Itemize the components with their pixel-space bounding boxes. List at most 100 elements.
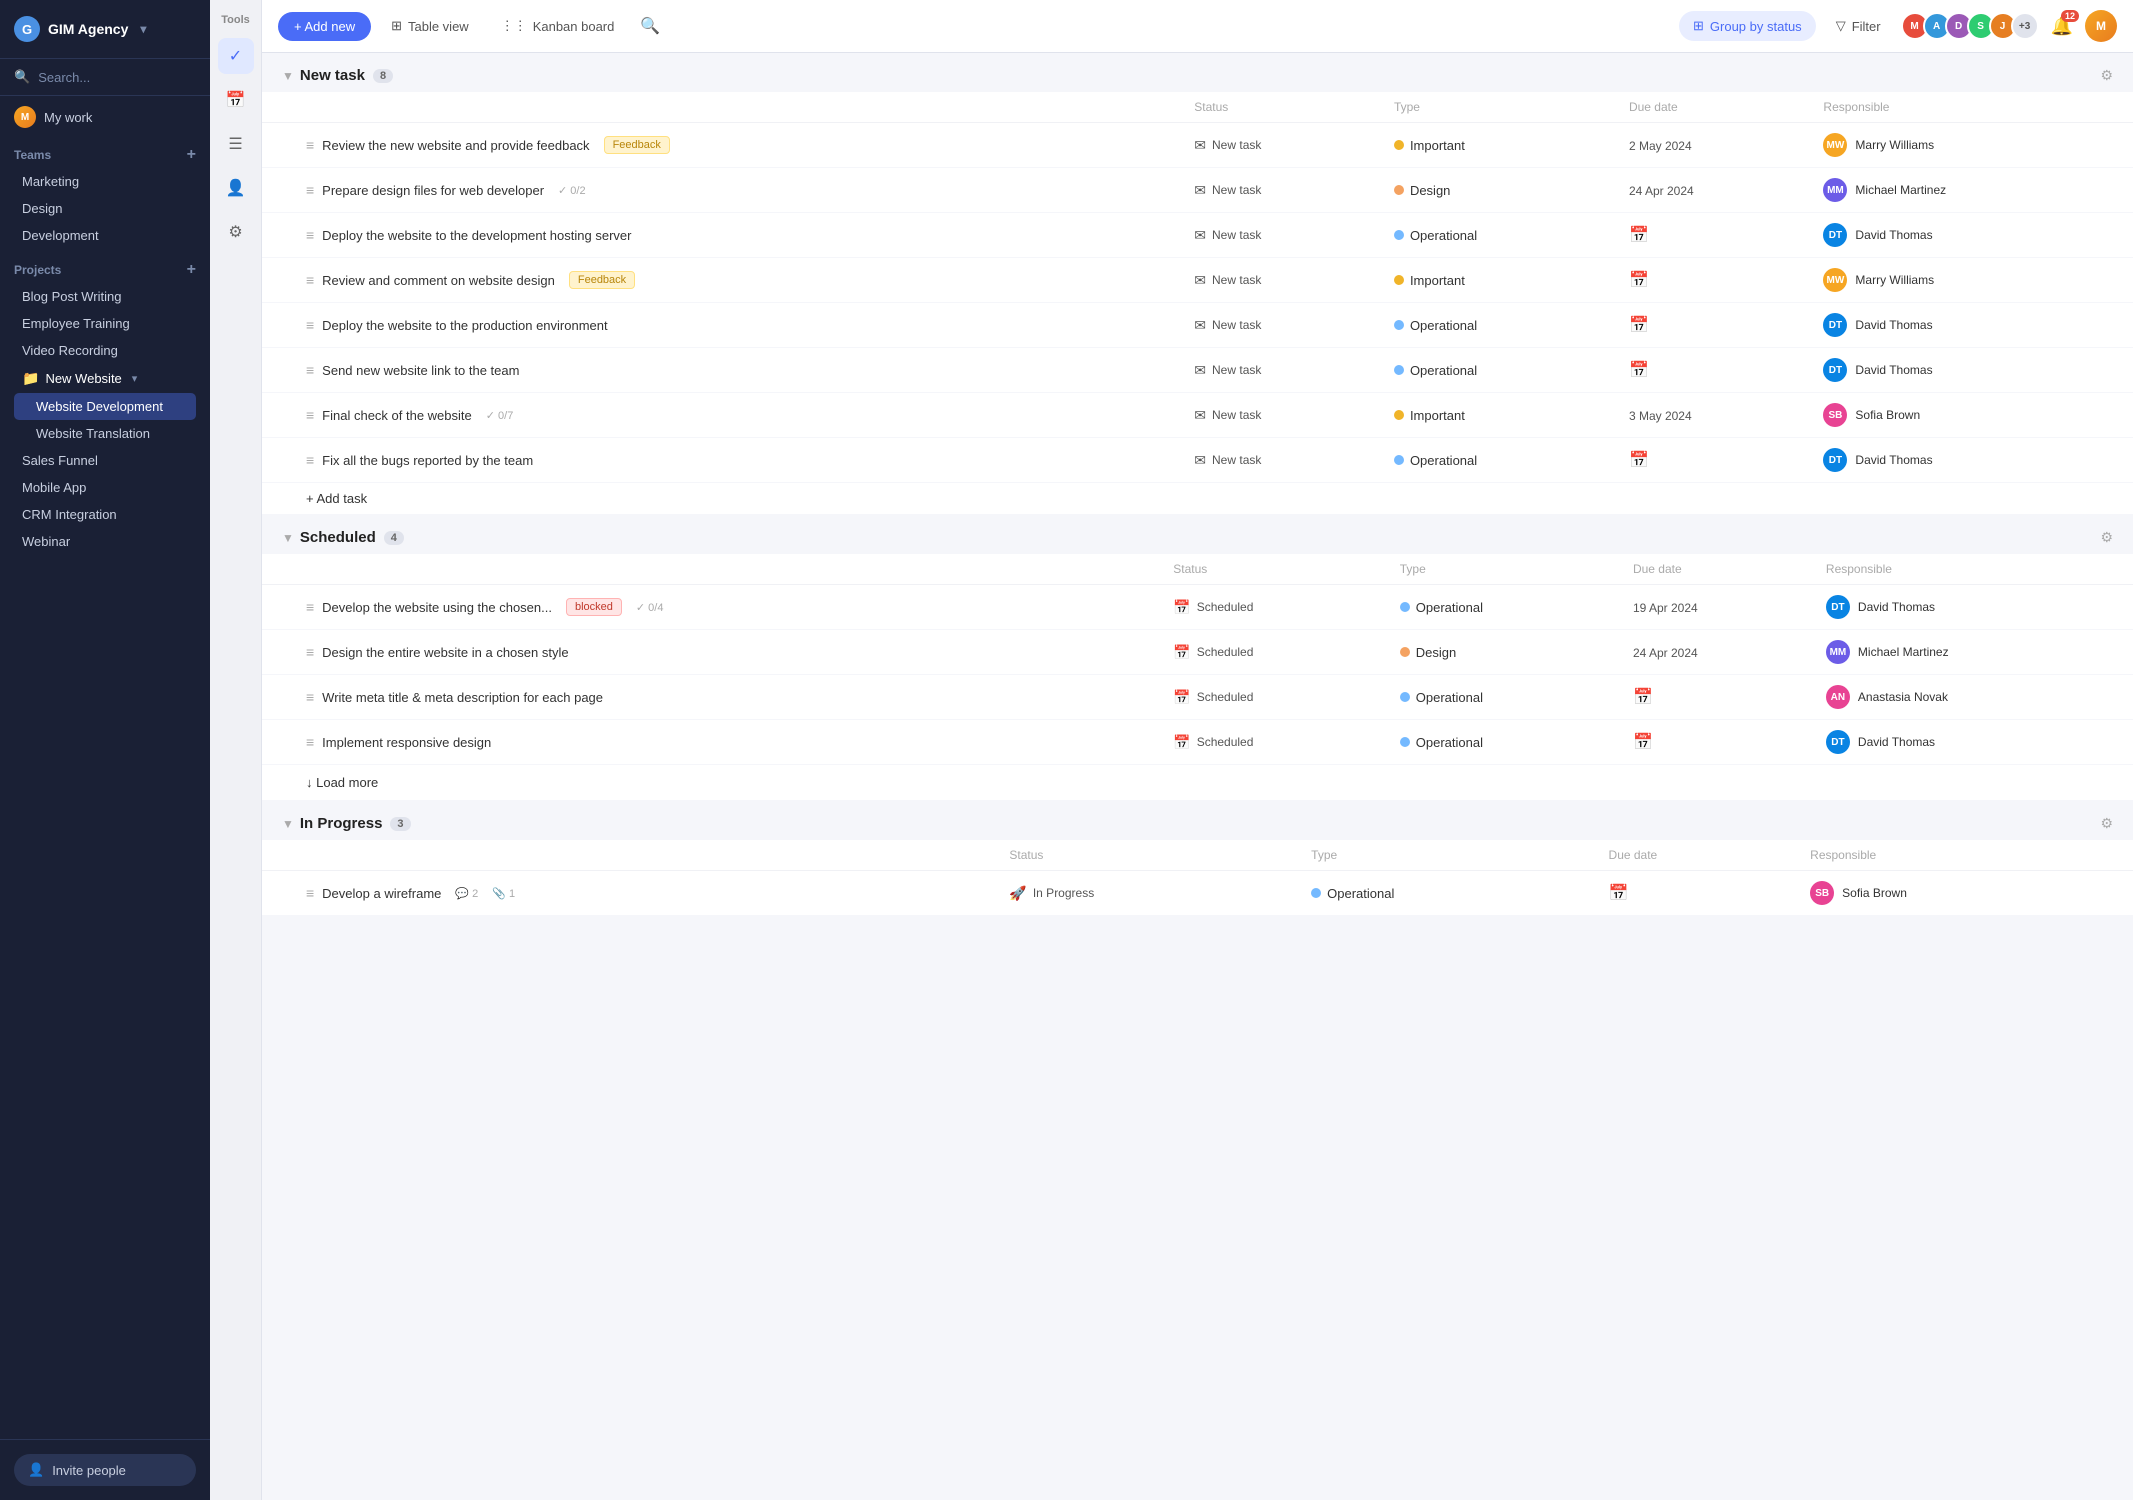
sidebar-item-new-website[interactable]: 📁 New Website ▾	[14, 364, 196, 393]
sidebar-item-design[interactable]: Design	[14, 195, 196, 222]
task-due-date-cell[interactable]: 2 May 2024	[1617, 123, 1811, 168]
table-row[interactable]: ≡ Develop the website using the chosen..…	[262, 585, 2133, 630]
add-task-row[interactable]: + Add task	[262, 483, 2133, 515]
task-name-cell[interactable]: ≡ Write meta title & meta description fo…	[262, 675, 1161, 720]
task-type-cell[interactable]: Important	[1382, 123, 1617, 168]
task-due-date-cell[interactable]: 📅	[1617, 348, 1811, 393]
table-row[interactable]: ≡ Develop a wireframe💬 2📎 1 🚀 In Progres…	[262, 871, 2133, 916]
add-project-button[interactable]: +	[187, 261, 196, 279]
task-type-cell[interactable]: Operational	[1382, 348, 1617, 393]
table-row[interactable]: ≡ Fix all the bugs reported by the team …	[262, 438, 2133, 483]
search-button[interactable]: 🔍	[634, 10, 666, 42]
group-settings-scheduled[interactable]: ⚙	[2100, 529, 2113, 546]
tool-user[interactable]: 👤	[218, 170, 254, 206]
task-responsible-cell[interactable]: SB Sofia Brown	[1811, 393, 2133, 438]
task-due-date-cell[interactable]: 24 Apr 2024	[1617, 168, 1811, 213]
tool-calendar[interactable]: 📅	[218, 82, 254, 118]
task-type-cell[interactable]: Design	[1382, 168, 1617, 213]
task-name-cell[interactable]: ≡ Develop the website using the chosen..…	[262, 585, 1161, 630]
task-name-cell[interactable]: ≡ Fix all the bugs reported by the team	[262, 438, 1182, 483]
group-settings-new-task[interactable]: ⚙	[2100, 67, 2113, 84]
table-row[interactable]: ≡ Design the entire website in a chosen …	[262, 630, 2133, 675]
task-type-cell[interactable]: Important	[1382, 393, 1617, 438]
task-type-cell[interactable]: Operational	[1382, 213, 1617, 258]
group-settings-in-progress[interactable]: ⚙	[2100, 815, 2113, 832]
task-due-date-cell[interactable]: 📅	[1617, 258, 1811, 303]
my-work-item[interactable]: M My work	[0, 96, 210, 138]
add-new-button[interactable]: + Add new	[278, 12, 371, 41]
kanban-board-button[interactable]: ⋮⋮ Kanban board	[489, 12, 627, 40]
task-status-cell[interactable]: ✉ New task	[1182, 168, 1382, 213]
task-name-cell[interactable]: ≡ Review and comment on website designFe…	[262, 258, 1182, 303]
table-view-button[interactable]: ⊞ Table view	[379, 12, 481, 40]
search-bar[interactable]: 🔍 Search...	[0, 59, 210, 96]
group-toggle-scheduled[interactable]: ▼	[282, 531, 294, 545]
task-responsible-cell[interactable]: MM Michael Martinez	[1814, 630, 2133, 675]
sidebar-item-development[interactable]: Development	[14, 222, 196, 249]
sidebar-item-website-translation[interactable]: Website Translation	[14, 420, 196, 447]
task-name-cell[interactable]: ≡ Deploy the website to the development …	[262, 213, 1182, 258]
task-status-cell[interactable]: 📅 Scheduled	[1161, 675, 1388, 720]
task-due-date-cell[interactable]: 📅	[1597, 871, 1799, 916]
task-status-cell[interactable]: ✉ New task	[1182, 123, 1382, 168]
task-responsible-cell[interactable]: DT David Thomas	[1811, 213, 2133, 258]
notification-button[interactable]: 🔔 12	[2047, 12, 2077, 41]
task-status-cell[interactable]: ✉ New task	[1182, 303, 1382, 348]
invite-people-button[interactable]: 👤 Invite people	[14, 1454, 196, 1486]
task-due-date-cell[interactable]: 📅	[1621, 675, 1814, 720]
sidebar-item-website-development[interactable]: Website Development	[14, 393, 196, 420]
task-type-cell[interactable]: Operational	[1299, 871, 1596, 916]
task-status-cell[interactable]: ✉ New task	[1182, 213, 1382, 258]
sidebar-item-blog-post[interactable]: Blog Post Writing	[14, 283, 196, 310]
group-toggle-in-progress[interactable]: ▼	[282, 817, 294, 831]
tool-check[interactable]: ✓	[218, 38, 254, 74]
table-row[interactable]: ≡ Deploy the website to the production e…	[262, 303, 2133, 348]
table-row[interactable]: ≡ Review the new website and provide fee…	[262, 123, 2133, 168]
table-row[interactable]: ≡ Deploy the website to the development …	[262, 213, 2133, 258]
task-status-cell[interactable]: ✉ New task	[1182, 258, 1382, 303]
table-row[interactable]: ≡ Implement responsive design 📅 Schedule…	[262, 720, 2133, 765]
task-name-cell[interactable]: ≡ Deploy the website to the production e…	[262, 303, 1182, 348]
table-row[interactable]: ≡ Review and comment on website designFe…	[262, 258, 2133, 303]
task-due-date-cell[interactable]: 24 Apr 2024	[1621, 630, 1814, 675]
task-due-date-cell[interactable]: 📅	[1617, 303, 1811, 348]
task-responsible-cell[interactable]: DT David Thomas	[1811, 438, 2133, 483]
task-status-cell[interactable]: 📅 Scheduled	[1161, 720, 1388, 765]
tool-list[interactable]: ☰	[218, 126, 254, 162]
task-responsible-cell[interactable]: SB Sofia Brown	[1798, 871, 2133, 916]
task-responsible-cell[interactable]: DT David Thomas	[1814, 585, 2133, 630]
task-type-cell[interactable]: Operational	[1382, 438, 1617, 483]
task-status-cell[interactable]: ✉ New task	[1182, 348, 1382, 393]
avatar-count[interactable]: +3	[2011, 12, 2039, 40]
task-name-cell[interactable]: ≡ Prepare design files for web developer…	[262, 168, 1182, 213]
task-type-cell[interactable]: Operational	[1388, 720, 1621, 765]
task-due-date-cell[interactable]: 📅	[1621, 720, 1814, 765]
task-type-cell[interactable]: Operational	[1388, 675, 1621, 720]
task-type-cell[interactable]: Operational	[1382, 303, 1617, 348]
app-logo[interactable]: G GIM Agency ▾	[0, 0, 210, 59]
sidebar-item-employee-training[interactable]: Employee Training	[14, 310, 196, 337]
task-responsible-cell[interactable]: MW Marry Williams	[1811, 258, 2133, 303]
group-by-status-button[interactable]: ⊞ Group by status	[1679, 11, 1816, 41]
user-avatar[interactable]: M	[2085, 10, 2117, 42]
sidebar-item-crm-integration[interactable]: CRM Integration	[14, 501, 196, 528]
sidebar-item-webinar[interactable]: Webinar	[14, 528, 196, 555]
tool-settings[interactable]: ⚙	[218, 214, 254, 250]
task-responsible-cell[interactable]: AN Anastasia Novak	[1814, 675, 2133, 720]
add-task-button[interactable]: + Add task	[262, 483, 2133, 515]
table-row[interactable]: ≡ Send new website link to the team ✉ Ne…	[262, 348, 2133, 393]
table-row[interactable]: ≡ Final check of the website✓ 0/7 ✉ New …	[262, 393, 2133, 438]
task-name-cell[interactable]: ≡ Develop a wireframe💬 2📎 1	[262, 871, 997, 916]
task-type-cell[interactable]: Operational	[1388, 585, 1621, 630]
task-name-cell[interactable]: ≡ Review the new website and provide fee…	[262, 123, 1182, 168]
task-type-cell[interactable]: Design	[1388, 630, 1621, 675]
task-status-cell[interactable]: 📅 Scheduled	[1161, 585, 1388, 630]
sidebar-item-mobile-app[interactable]: Mobile App	[14, 474, 196, 501]
task-status-cell[interactable]: ✉ New task	[1182, 438, 1382, 483]
table-row[interactable]: ≡ Write meta title & meta description fo…	[262, 675, 2133, 720]
task-status-cell[interactable]: 📅 Scheduled	[1161, 630, 1388, 675]
task-responsible-cell[interactable]: MW Marry Williams	[1811, 123, 2133, 168]
task-name-cell[interactable]: ≡ Implement responsive design	[262, 720, 1161, 765]
task-name-cell[interactable]: ≡ Design the entire website in a chosen …	[262, 630, 1161, 675]
task-due-date-cell[interactable]: 📅	[1617, 213, 1811, 258]
